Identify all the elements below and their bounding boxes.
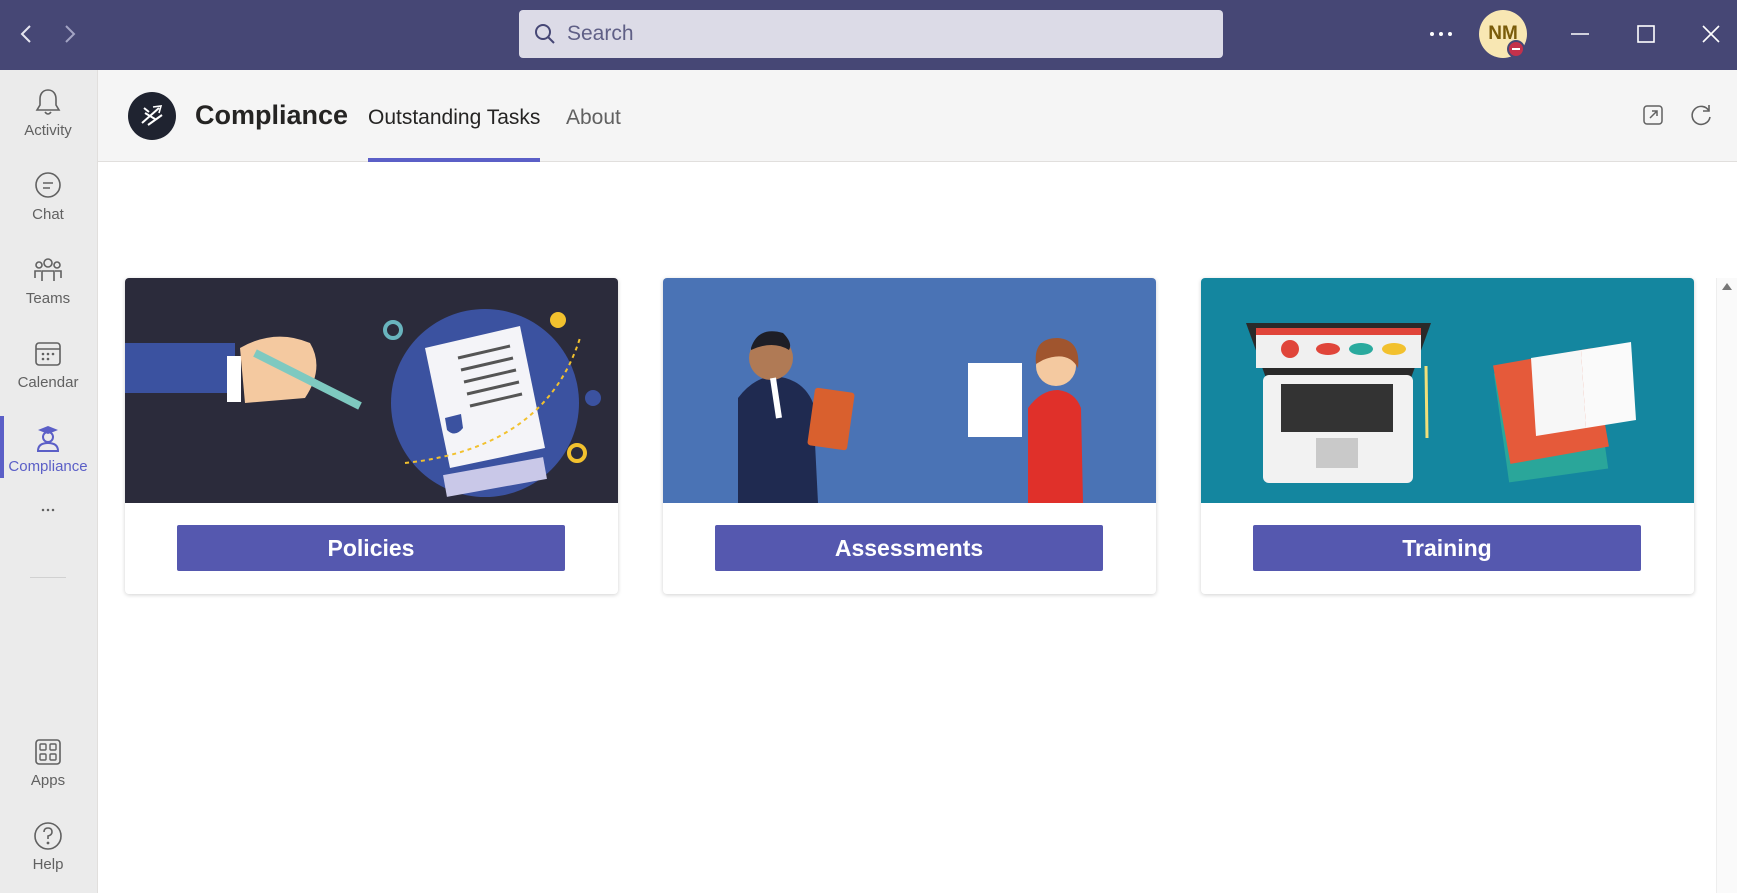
rail-divider — [30, 577, 66, 578]
training-button[interactable]: Training — [1253, 525, 1641, 571]
pop-out-icon[interactable] — [1638, 100, 1668, 130]
search-icon — [535, 24, 555, 44]
app-title: Compliance — [195, 100, 349, 130]
training-card: Training — [1201, 278, 1694, 594]
tab-outstanding-tasks[interactable]: Outstanding Tasks — [368, 106, 541, 162]
rail-item-label: Chat — [32, 206, 64, 223]
bell-icon — [35, 89, 61, 115]
refresh-icon[interactable] — [1686, 100, 1716, 130]
rail-item-label: Apps — [30, 772, 66, 789]
teams-icon — [34, 258, 62, 281]
rail-item-teams[interactable]: Teams — [0, 240, 96, 316]
rail-item-label: Help — [32, 856, 64, 873]
rail-item-chat[interactable]: Chat — [0, 156, 96, 232]
rail-item-label: Compliance — [8, 458, 88, 475]
back-arrow-icon[interactable] — [12, 20, 40, 48]
title-bar: NM — [0, 0, 1737, 70]
maximize-icon[interactable] — [1624, 14, 1668, 54]
forward-arrow-icon[interactable] — [56, 20, 84, 48]
search-input[interactable] — [567, 22, 1167, 46]
app-header: Compliance Outstanding Tasks About — [98, 70, 1737, 162]
policy-signing-illustration — [125, 278, 618, 503]
assessments-card: Assessments — [663, 278, 1156, 594]
rail-item-help[interactable]: Help — [0, 806, 96, 882]
apps-icon — [35, 739, 61, 765]
app-rail: Activity Chat Teams Calendar Compliance … — [0, 70, 98, 893]
assessment-people-illustration — [663, 278, 1156, 503]
scroll-up-arrow-icon[interactable] — [1722, 283, 1732, 290]
compliance-app-logo — [128, 92, 176, 140]
chat-icon — [35, 172, 61, 198]
rail-item-activity[interactable]: Activity — [0, 72, 96, 148]
policies-card: Policies — [125, 278, 618, 594]
search-box[interactable] — [519, 10, 1223, 58]
rail-item-compliance[interactable]: Compliance — [0, 408, 96, 484]
more-options-icon[interactable] — [1419, 14, 1463, 54]
rail-item-calendar[interactable]: Calendar — [0, 324, 96, 400]
presence-busy-icon — [1507, 40, 1525, 58]
compliance-icon — [36, 426, 60, 452]
rail-item-label: Activity — [24, 122, 72, 139]
help-icon — [34, 822, 62, 850]
scrollbar[interactable] — [1716, 278, 1737, 893]
close-icon[interactable] — [1689, 14, 1733, 54]
policies-button[interactable]: Policies — [177, 525, 565, 571]
tab-about[interactable]: About — [566, 106, 621, 162]
more-apps-icon[interactable] — [0, 500, 96, 576]
rail-item-label: Teams — [25, 290, 71, 307]
rail-item-apps[interactable]: Apps — [0, 722, 96, 798]
training-laptop-illustration — [1201, 278, 1694, 503]
rail-item-label: Calendar — [17, 374, 79, 391]
minimize-icon[interactable] — [1558, 14, 1602, 54]
assessments-button[interactable]: Assessments — [715, 525, 1103, 571]
calendar-icon — [35, 342, 61, 366]
